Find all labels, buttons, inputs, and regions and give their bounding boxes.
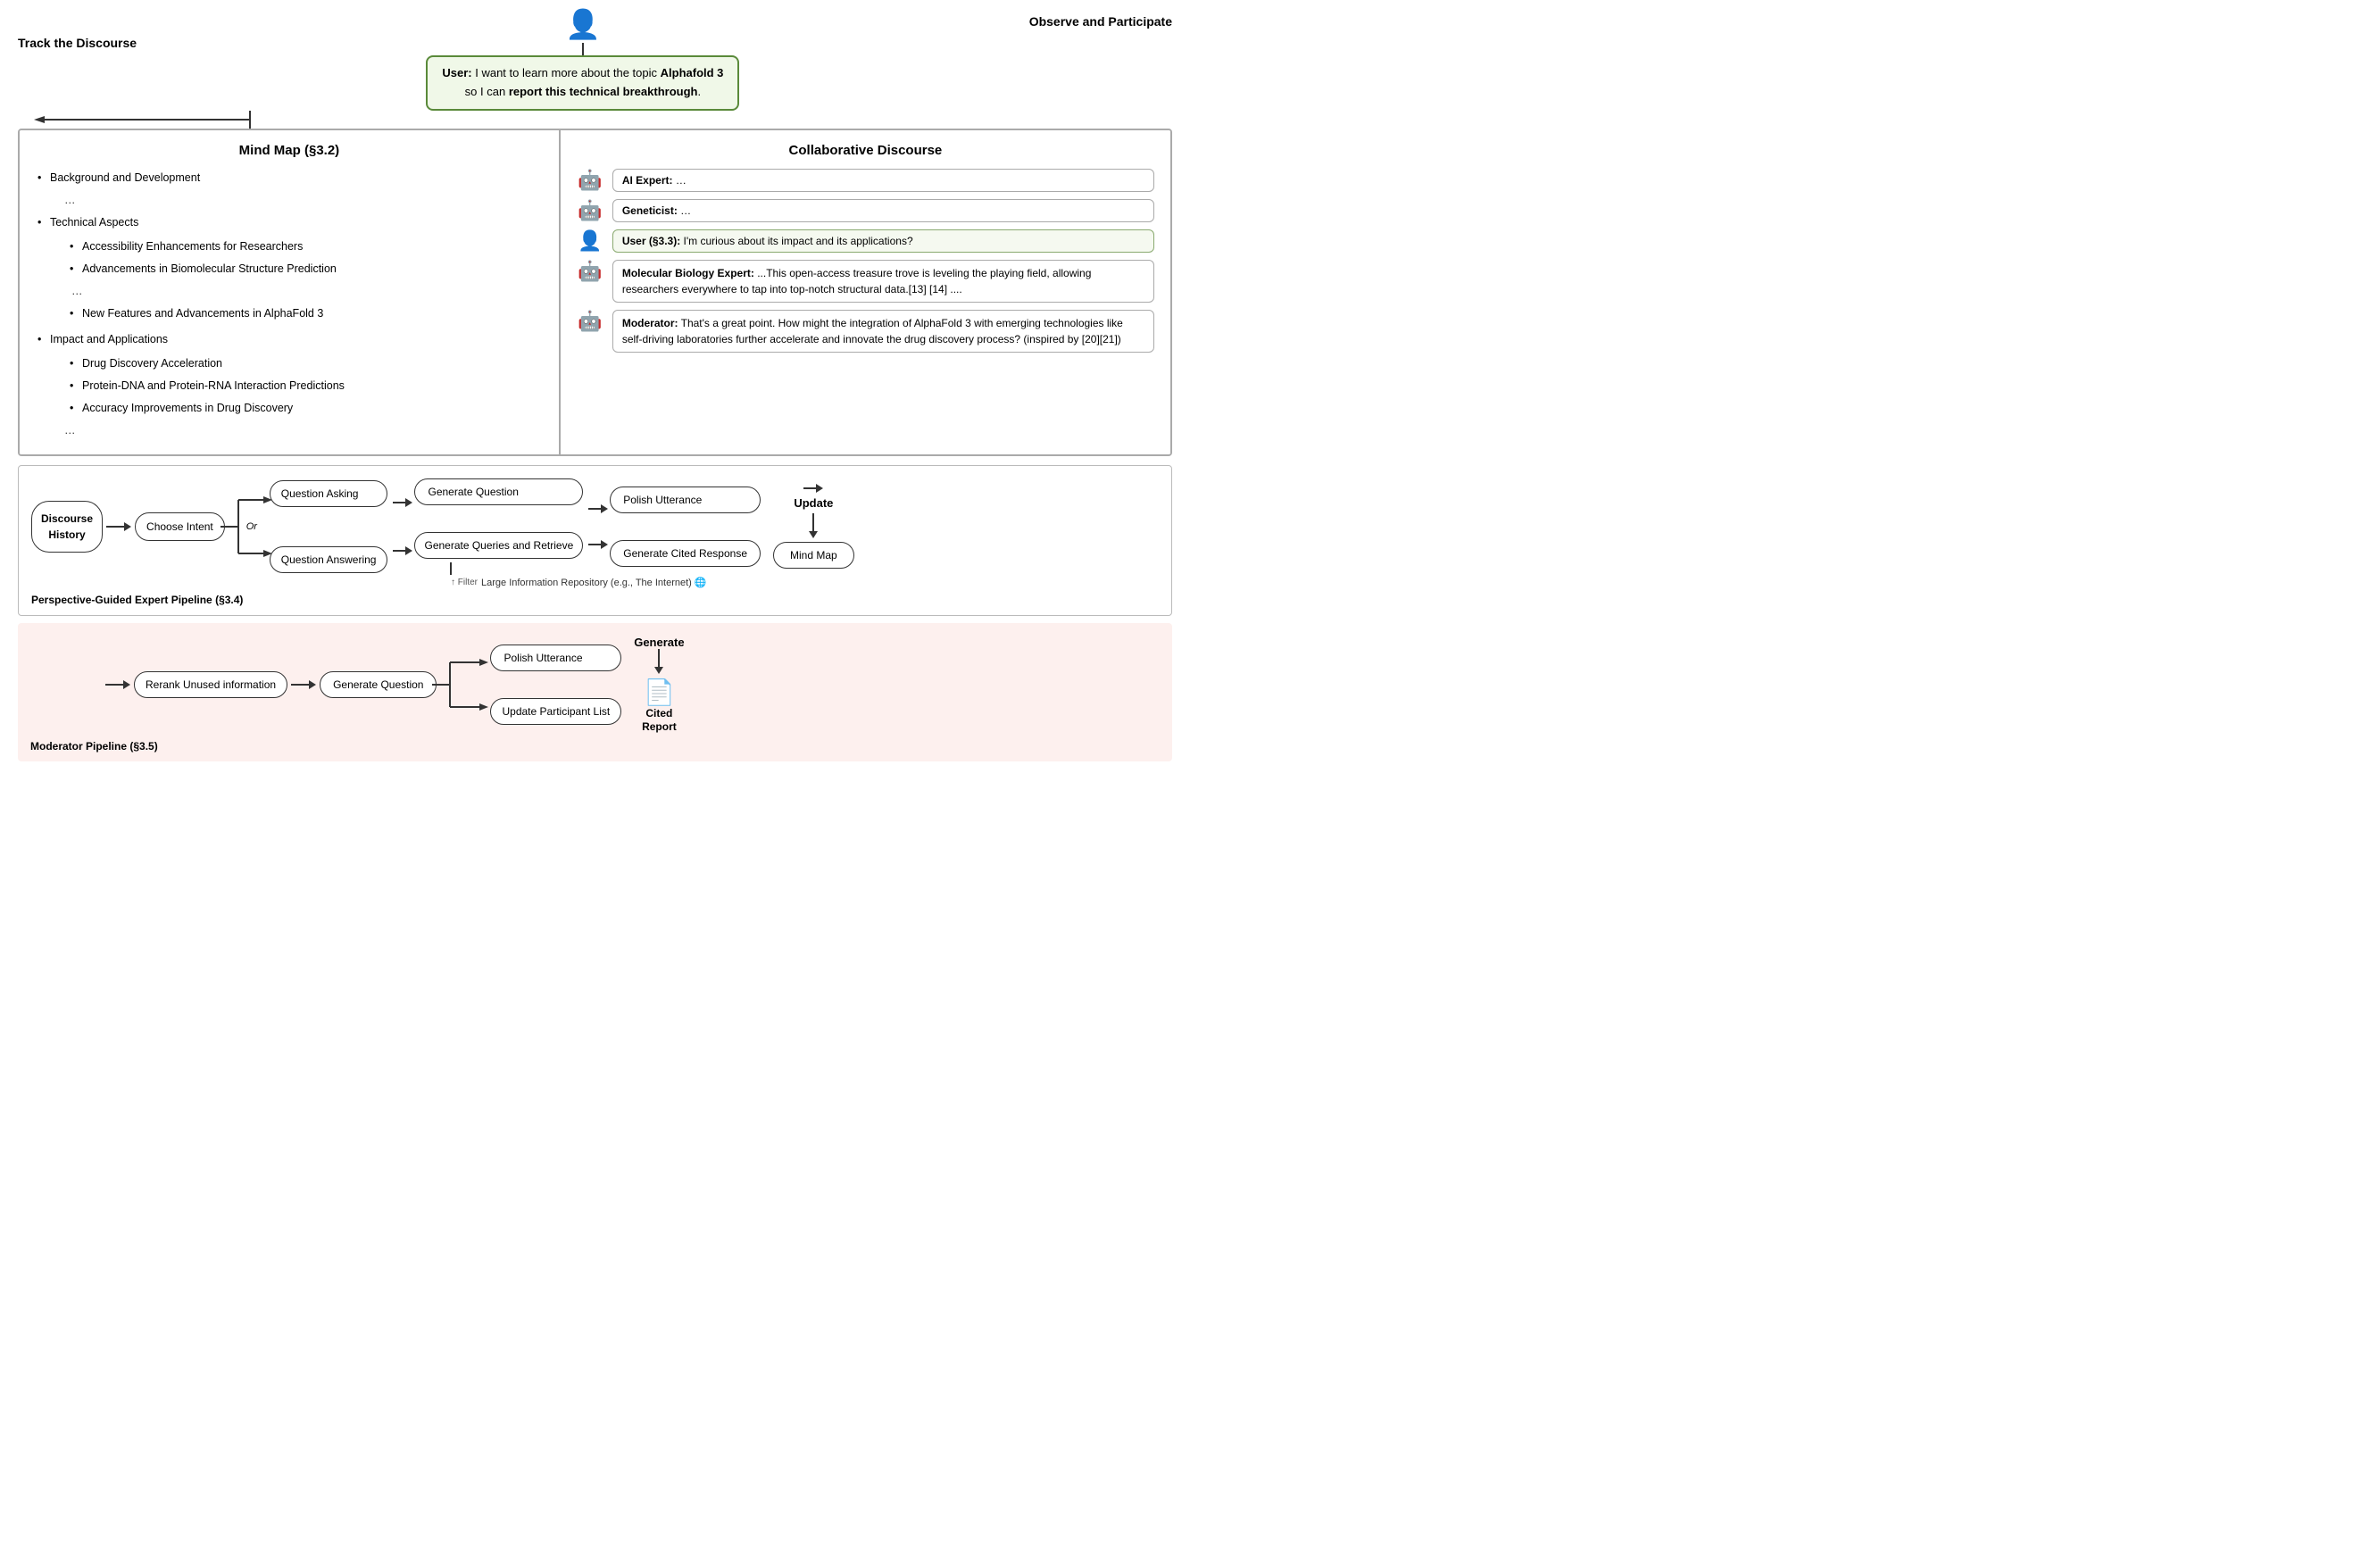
question-answering-box: Question Answering xyxy=(270,546,388,573)
mind-map-update-box: Mind Map xyxy=(773,542,854,569)
list-item-ellipsis: … xyxy=(36,189,543,212)
user-bubble: User (§3.3): I'm curious about its impac… xyxy=(612,229,1154,253)
collab-title: Collaborative Discourse xyxy=(577,143,1154,158)
moderator-pipeline: Rerank Unused information Generate Quest… xyxy=(18,623,1172,761)
list-item: • Impact and Applications •Drug Discover… xyxy=(36,329,543,420)
cited-report-label: CitedReport xyxy=(642,707,677,735)
moderator-icon: 🤖 xyxy=(577,310,603,333)
user-speech-bubble: User: I want to learn more about the top… xyxy=(426,55,739,111)
question-asking-box: Question Asking xyxy=(270,480,388,507)
rerank-box: Rerank Unused information xyxy=(134,671,287,698)
generate-label: Generate xyxy=(634,636,684,649)
user-bubble-area: 👤 User: I want to learn more about the t… xyxy=(146,7,1020,111)
update-participant-box: Update Participant List xyxy=(490,698,621,725)
moderator-generate-question-box: Generate Question xyxy=(320,671,437,698)
top-header: Track the Discourse 👤 User: I want to le… xyxy=(0,0,1190,111)
generate-question-box: Generate Question xyxy=(414,478,583,505)
flow-section: DiscourseHistory Choose Intent xyxy=(18,465,1172,761)
mol-bio-icon: 🤖 xyxy=(577,260,603,283)
collab-message-mol-bio: 🤖 Molecular Biology Expert: ...This open… xyxy=(577,260,1154,303)
observe-label: Observe and Participate xyxy=(1029,14,1172,29)
collab-message-moderator: 🤖 Moderator: That's a great point. How m… xyxy=(577,310,1154,353)
track-label: Track the Discourse xyxy=(18,36,137,50)
collab-message-user: 👤 User (§3.3): I'm curious about its imp… xyxy=(577,229,1154,253)
geneticist-icon: 🤖 xyxy=(577,199,603,222)
list-item-ellipsis2: … xyxy=(36,420,543,442)
cited-report-icon: 📄 xyxy=(644,678,675,707)
choose-intent-box: Choose Intent xyxy=(135,512,225,541)
polish-utterance-top-box: Polish Utterance xyxy=(610,487,761,513)
collab-panel: Collaborative Discourse 🤖 AI Expert: … 🤖… xyxy=(561,130,1170,454)
list-item: • Technical Aspects •Accessibility Enhan… xyxy=(36,212,543,325)
moderator-label: Moderator Pipeline (§3.5) xyxy=(30,740,1160,753)
info-repo-label: Large Information Repository (e.g., The … xyxy=(481,577,707,588)
mind-map-content: • Background and Development … • Technic… xyxy=(36,167,543,442)
mol-bio-bubble: Molecular Biology Expert: ...This open-a… xyxy=(612,260,1154,303)
polish-utterance-mod-box: Polish Utterance xyxy=(490,645,621,671)
moderator-bubble: Moderator: That's a great point. How mig… xyxy=(612,310,1154,353)
user-icon-top: 👤 xyxy=(565,7,601,41)
expert-pipeline: DiscourseHistory Choose Intent xyxy=(18,465,1172,616)
geneticist-bubble: Geneticist: … xyxy=(612,199,1154,222)
collab-message-geneticist: 🤖 Geneticist: … xyxy=(577,199,1154,222)
pipeline-label: Perspective-Guided Expert Pipeline (§3.4… xyxy=(31,594,1159,606)
mind-map-title: Mind Map (§3.2) xyxy=(36,143,543,158)
discourse-history-box: DiscourseHistory xyxy=(31,501,103,553)
cited-report-area: 📄 CitedReport xyxy=(642,678,677,735)
generate-queries-box: Generate Queries and Retrieve xyxy=(414,532,583,559)
user-icon: 👤 xyxy=(577,229,603,253)
mind-map-panel: Mind Map (§3.2) • Background and Develop… xyxy=(20,130,561,454)
ai-expert-bubble: AI Expert: … xyxy=(612,169,1154,192)
generate-cited-box: Generate Cited Response xyxy=(610,540,761,567)
list-item: • Background and Development xyxy=(36,167,543,189)
collab-message-ai-expert: 🤖 AI Expert: … xyxy=(577,169,1154,192)
update-label: Update xyxy=(794,496,833,510)
main-panels: Mind Map (§3.2) • Background and Develop… xyxy=(18,129,1172,456)
ai-expert-icon: 🤖 xyxy=(577,169,603,192)
